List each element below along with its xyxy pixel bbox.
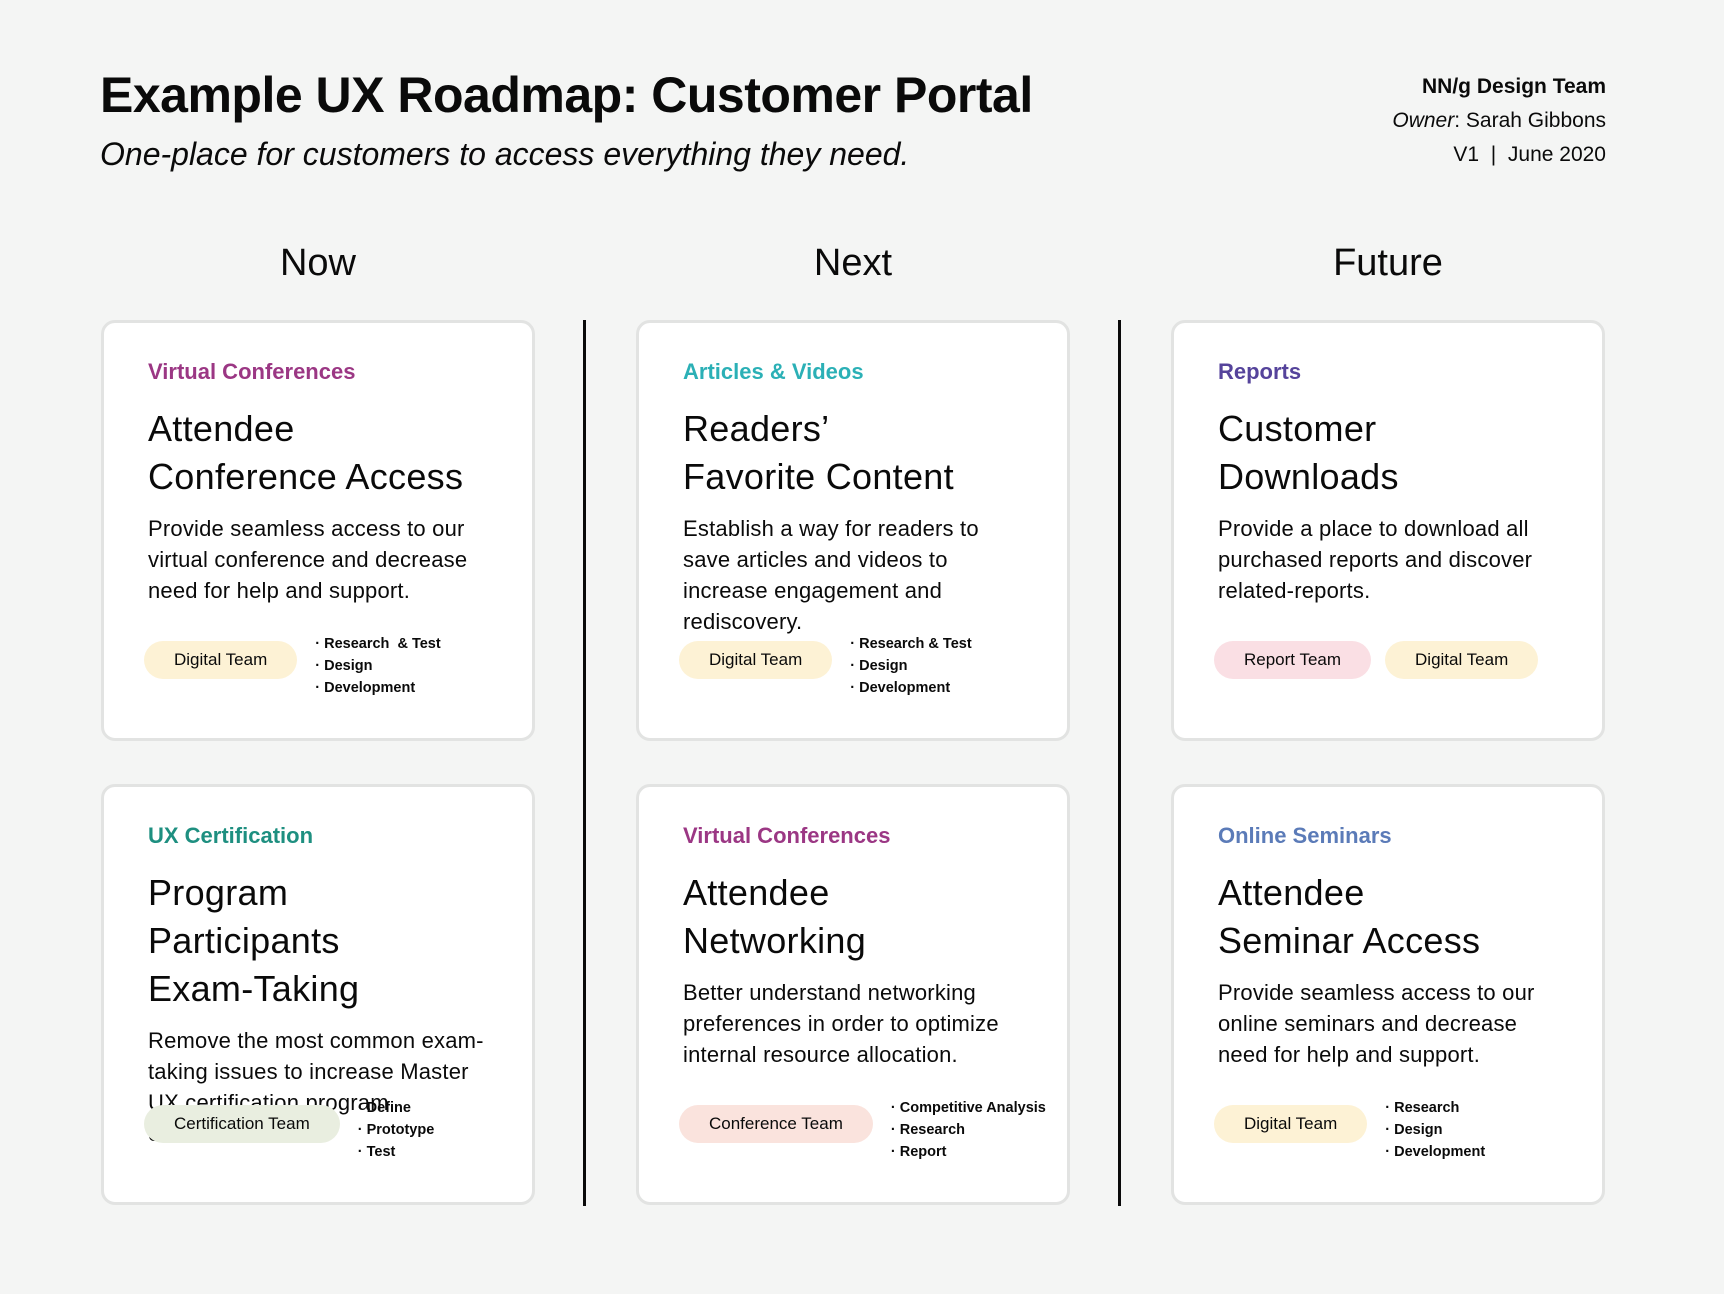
team-badge-digital-team: Digital Team bbox=[679, 641, 833, 679]
team-badge-certification-team: Certification Team bbox=[144, 1105, 340, 1143]
card-description: Provide seamless access to our virtual c… bbox=[148, 516, 468, 603]
card-title: Customer Downloads bbox=[1218, 405, 1558, 501]
roadmap-card[interactable]: Articles & Videos Readers’ Favorite Conten… bbox=[636, 320, 1070, 741]
task-item: Research & Test bbox=[315, 633, 441, 655]
card-title-line: Conference Access bbox=[148, 456, 464, 497]
card-description: Better understand networking preferences… bbox=[683, 980, 999, 1067]
card-footer: Conference Team Competitive AnalysisResea… bbox=[679, 1100, 1046, 1163]
roadmap-card[interactable]: Online Seminars Attendee Seminar Access Pro… bbox=[1171, 784, 1605, 1205]
card-title-line: Attendee bbox=[1218, 872, 1365, 913]
team-name: NN/g Design Team bbox=[1422, 75, 1606, 98]
roadmap-card[interactable]: Reports Customer Downloads Provide a place … bbox=[1171, 320, 1605, 741]
roadmap-card[interactable]: Virtual Conferences Attendee Networking Bet… bbox=[636, 784, 1070, 1205]
page-title: Example UX Roadmap: Customer Portal bbox=[100, 67, 1033, 123]
card-description: Provide a place to download all purchase… bbox=[1218, 516, 1533, 603]
card-title-line: Attendee bbox=[683, 872, 830, 913]
task-list: Research & TestDesignDevelopment bbox=[315, 633, 441, 699]
card-title: Attendee Networking bbox=[683, 869, 1023, 965]
roadmap-card[interactable]: UX Certification Program Participants Exam… bbox=[101, 784, 535, 1205]
task-item: Research bbox=[1385, 1097, 1485, 1119]
card-title-line: Downloads bbox=[1218, 456, 1399, 497]
task-list: DefinePrototypeTest bbox=[358, 1097, 435, 1163]
version-date: V1 | June 2020 bbox=[1453, 143, 1606, 166]
task-item: Competitive Analysis bbox=[891, 1097, 1046, 1119]
card-title: Attendee Conference Access bbox=[148, 405, 488, 501]
column-header-future: Future bbox=[1333, 242, 1443, 284]
card-title-line: Attendee bbox=[148, 408, 295, 449]
card-footer: Certification Team DefinePrototypeTest bbox=[144, 1100, 434, 1163]
card-footer: Digital Team Research & TestDesignDevelop… bbox=[679, 636, 972, 699]
card-title-line: Favorite Content bbox=[683, 456, 954, 497]
card-description: Provide seamless access to our online se… bbox=[1218, 980, 1535, 1067]
task-list: Competitive AnalysisResearchReport bbox=[891, 1097, 1046, 1163]
roadmap-meta: NN/g Design Team Owner: Sarah Gibbons V1… bbox=[1392, 70, 1606, 172]
card-title-line: Exam-Taking bbox=[148, 968, 360, 1009]
card-title-line: Program Participants bbox=[148, 872, 340, 961]
card-title-line: Readers’ bbox=[683, 408, 830, 449]
task-item: Report bbox=[891, 1141, 1046, 1163]
card-category: UX Certification bbox=[148, 823, 314, 848]
task-item: Design bbox=[315, 655, 440, 677]
owner-label: Owner bbox=[1392, 109, 1455, 132]
owner-name: Sarah Gibbons bbox=[1465, 109, 1606, 132]
card-title: Program Participants Exam-Taking bbox=[148, 869, 488, 1013]
team-badge-digital-team: Digital Team bbox=[1385, 641, 1539, 679]
task-item: Research & Test bbox=[850, 633, 972, 655]
task-item: Prototype bbox=[358, 1119, 435, 1141]
column-header-now: Now bbox=[279, 242, 357, 284]
card-footer: Report Team Digital Team bbox=[1214, 641, 1539, 679]
card-title: Attendee Seminar Access bbox=[1218, 869, 1558, 965]
task-item: Test bbox=[358, 1141, 435, 1163]
owner-line: Owner: Sarah Gibbons bbox=[1392, 104, 1606, 138]
card-category: Articles & Videos bbox=[683, 359, 864, 384]
card-category: Virtual Conferences bbox=[683, 823, 891, 848]
card-category: Reports bbox=[1218, 359, 1302, 384]
card-title-line: Customer bbox=[1218, 408, 1377, 449]
page-subtitle: One-place for customers to access everyt… bbox=[100, 136, 910, 172]
column-header-next: Next bbox=[813, 242, 893, 284]
task-item: Design bbox=[850, 655, 971, 677]
task-item: Development bbox=[315, 677, 440, 699]
task-item: Development bbox=[850, 677, 971, 699]
team-badge-report-team: Report Team bbox=[1214, 641, 1372, 679]
card-title: Readers’ Favorite Content bbox=[683, 405, 1023, 501]
card-footer: Digital Team Research & TestDesignDevelop… bbox=[144, 636, 441, 699]
card-title-line: Networking bbox=[683, 920, 867, 961]
column-divider bbox=[583, 320, 586, 1206]
task-list: Research & TestDesignDevelopment bbox=[850, 633, 972, 699]
card-category: Virtual Conferences bbox=[148, 359, 356, 384]
card-description: Establish a way for readers to save arti… bbox=[683, 516, 979, 634]
task-item: Research bbox=[891, 1119, 1046, 1141]
card-title-line: Seminar Access bbox=[1218, 920, 1481, 961]
card-footer: Digital Team ResearchDesignDevelopment bbox=[1214, 1100, 1485, 1163]
card-category: Online Seminars bbox=[1218, 823, 1392, 848]
task-item: Development bbox=[1385, 1141, 1485, 1163]
task-list: ResearchDesignDevelopment bbox=[1385, 1097, 1485, 1163]
task-item: Define bbox=[358, 1097, 435, 1119]
team-badge-conference-team: Conference Team bbox=[679, 1105, 873, 1143]
team-badge-digital-team: Digital Team bbox=[144, 641, 298, 679]
roadmap-card[interactable]: Virtual Conferences Attendee Conference Ac… bbox=[101, 320, 535, 741]
team-badge-digital-team: Digital Team bbox=[1214, 1105, 1368, 1143]
owner-separator: : bbox=[1454, 109, 1466, 132]
column-divider bbox=[1118, 320, 1121, 1206]
task-item: Design bbox=[1385, 1119, 1485, 1141]
